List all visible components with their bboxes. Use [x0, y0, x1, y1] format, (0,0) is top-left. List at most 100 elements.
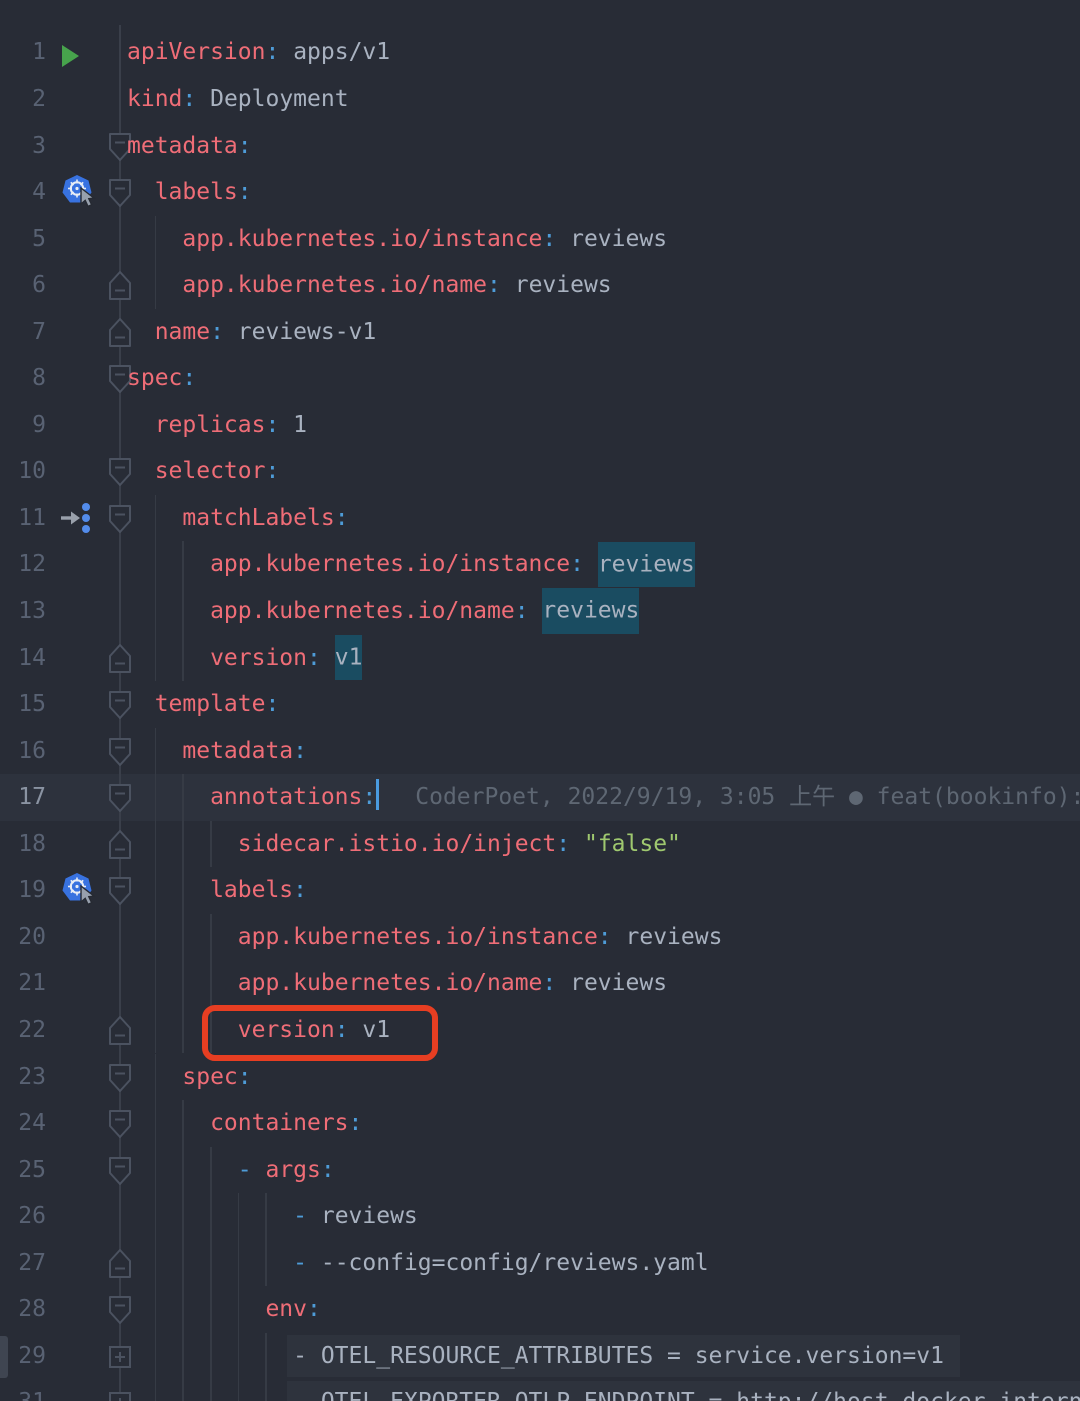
code-text[interactable]: containers:	[127, 1100, 362, 1147]
code-text[interactable]: name: reviews-v1	[127, 309, 376, 356]
kubernetes-icon[interactable]	[60, 173, 98, 228]
yaml-key: spec	[127, 365, 182, 391]
yaml-key: labels	[155, 179, 238, 205]
yaml-key: containers	[210, 1110, 348, 1136]
code-text[interactable]: spec:	[127, 355, 196, 402]
arrow-dots-icon[interactable]	[56, 498, 96, 555]
code-line: 6 app.kubernetes.io/name: reviews	[0, 262, 1080, 309]
code-line: 28env:	[0, 1286, 1080, 1333]
yaml-colon: :	[570, 551, 584, 577]
yaml-colon: :	[238, 179, 252, 205]
folded-text: - OTEL_EXPORTER_OTLP_ENDPOINT = http://h…	[293, 1389, 1080, 1401]
git-blame-annotation: CoderPoet, 2022/9/19, 3:05 上午 ● feat(boo…	[415, 784, 1080, 810]
yaml-key: spec	[182, 1064, 237, 1090]
yaml-value: reviews	[556, 970, 667, 996]
code-line: 10selector:	[0, 448, 1080, 495]
yaml-value: reviews	[321, 1203, 418, 1229]
code-text[interactable]: - args:	[127, 1147, 335, 1194]
code-line: 19 labels:	[0, 867, 1080, 914]
code-line: 4 labels:	[0, 169, 1080, 216]
code-text[interactable]: selector:	[127, 448, 279, 495]
code-text[interactable]: - OTEL_EXPORTER_OTLP_ENDPOINT = http://h…	[127, 1379, 1080, 1401]
yaml-key: app.kubernetes.io/name	[182, 272, 487, 298]
highlighted-value: reviews	[598, 542, 695, 587]
line-number: 14	[0, 635, 46, 682]
code-text[interactable]: app.kubernetes.io/instance: reviews	[127, 216, 667, 263]
code-line: 17annotations:CoderPoet, 2022/9/19, 3:05…	[0, 774, 1080, 821]
line-number: 4	[0, 169, 46, 216]
line-number: 19	[0, 867, 46, 914]
left-edge-scroll-marker[interactable]	[0, 1336, 8, 1378]
code-line: 9 replicas: 1	[0, 402, 1080, 449]
line-number: 13	[0, 588, 46, 635]
code-text[interactable]: matchLabels:	[127, 495, 349, 542]
yaml-value: reviews	[556, 226, 667, 252]
code-line: 31 - OTEL_EXPORTER_OTLP_ENDPOINT = http:/…	[0, 1379, 1080, 1401]
yaml-colon: :	[265, 458, 279, 484]
text-caret	[376, 779, 379, 810]
code-text[interactable]: - OTEL_RESOURCE_ATTRIBUTES = service.ver…	[127, 1333, 960, 1380]
kubernetes-icon[interactable]	[60, 871, 98, 926]
code-line: 7name: reviews-v1	[0, 309, 1080, 356]
yaml-key: metadata	[182, 738, 293, 764]
line-number: 9	[0, 402, 46, 449]
yaml-colon: :	[349, 1110, 363, 1136]
yaml-colon: :	[293, 738, 307, 764]
code-text[interactable]: version: v1	[127, 635, 362, 682]
code-text[interactable]: kind: Deployment	[127, 76, 349, 123]
code-text[interactable]: replicas: 1	[127, 402, 307, 449]
line-number: 31	[0, 1379, 46, 1401]
line-number: 26	[0, 1193, 46, 1240]
yaml-key: kind	[127, 86, 182, 112]
line-number: 12	[0, 541, 46, 588]
code-text[interactable]: app.kubernetes.io/name: reviews	[127, 588, 639, 635]
yaml-colon: :	[542, 226, 556, 252]
code-line: 8 spec:	[0, 355, 1080, 402]
code-line: 23spec:	[0, 1054, 1080, 1101]
editor[interactable]: 1apiVersion: apps/v12kind: Deployment3me…	[0, 0, 1080, 1401]
code-text[interactable]: - --config=config/reviews.yaml	[127, 1240, 709, 1287]
code-text[interactable]: metadata:	[127, 728, 307, 775]
folded-text: - OTEL_RESOURCE_ATTRIBUTES = service.ver…	[293, 1343, 944, 1369]
highlighted-value: v1	[335, 635, 363, 680]
yaml-key: app.kubernetes.io/instance	[210, 551, 570, 577]
code-line: 27- --config=config/reviews.yaml	[0, 1240, 1080, 1287]
code-text[interactable]: - reviews	[127, 1193, 418, 1240]
line-number: 6	[0, 262, 46, 309]
code-text[interactable]: app.kubernetes.io/name: reviews	[127, 960, 667, 1007]
code-text[interactable]: app.kubernetes.io/name: reviews	[127, 262, 612, 309]
yaml-key: name	[155, 319, 210, 345]
yaml-key: selector	[155, 458, 266, 484]
yaml-value: --config=config/reviews.yaml	[321, 1250, 709, 1276]
line-number: 16	[0, 728, 46, 775]
yaml-key: annotations	[210, 784, 362, 810]
code-line: 24containers:	[0, 1100, 1080, 1147]
folded-region[interactable]: - OTEL_RESOURCE_ATTRIBUTES = service.ver…	[287, 1335, 960, 1377]
yaml-value: reviews	[501, 272, 612, 298]
folded-region[interactable]: - OTEL_EXPORTER_OTLP_ENDPOINT = http://h…	[287, 1381, 1080, 1401]
yaml-colon: :	[293, 877, 307, 903]
code-line: 5app.kubernetes.io/instance: reviews	[0, 216, 1080, 263]
code-text[interactable]: app.kubernetes.io/instance: reviews	[127, 541, 695, 588]
code-text[interactable]: labels:	[127, 867, 307, 914]
yaml-value: apps/v1	[279, 39, 390, 65]
line-number: 15	[0, 681, 46, 728]
run-icon[interactable]	[58, 35, 82, 86]
code-text[interactable]: env:	[127, 1286, 321, 1333]
yaml-key: version	[210, 645, 307, 671]
code-text[interactable]: app.kubernetes.io/instance: reviews	[127, 914, 722, 961]
yaml-colon: :	[515, 598, 529, 624]
code-line: 3 metadata:	[0, 123, 1080, 170]
code-text[interactable]: labels:	[127, 169, 252, 216]
line-number: 8	[0, 355, 46, 402]
code-text[interactable]: apiVersion: apps/v1	[127, 29, 390, 76]
line-number: 3	[0, 123, 46, 170]
line-number: 11	[0, 495, 46, 542]
code-line: 26 - reviews	[0, 1193, 1080, 1240]
code-text[interactable]: sidecar.istio.io/inject: "false"	[127, 821, 681, 868]
code-text[interactable]: annotations:CoderPoet, 2022/9/19, 3:05 上…	[127, 774, 1080, 821]
code-text[interactable]: metadata:	[127, 123, 252, 170]
yaml-colon: :	[238, 133, 252, 159]
yaml-value: reviews-v1	[224, 319, 376, 345]
code-text[interactable]: template:	[127, 681, 279, 728]
